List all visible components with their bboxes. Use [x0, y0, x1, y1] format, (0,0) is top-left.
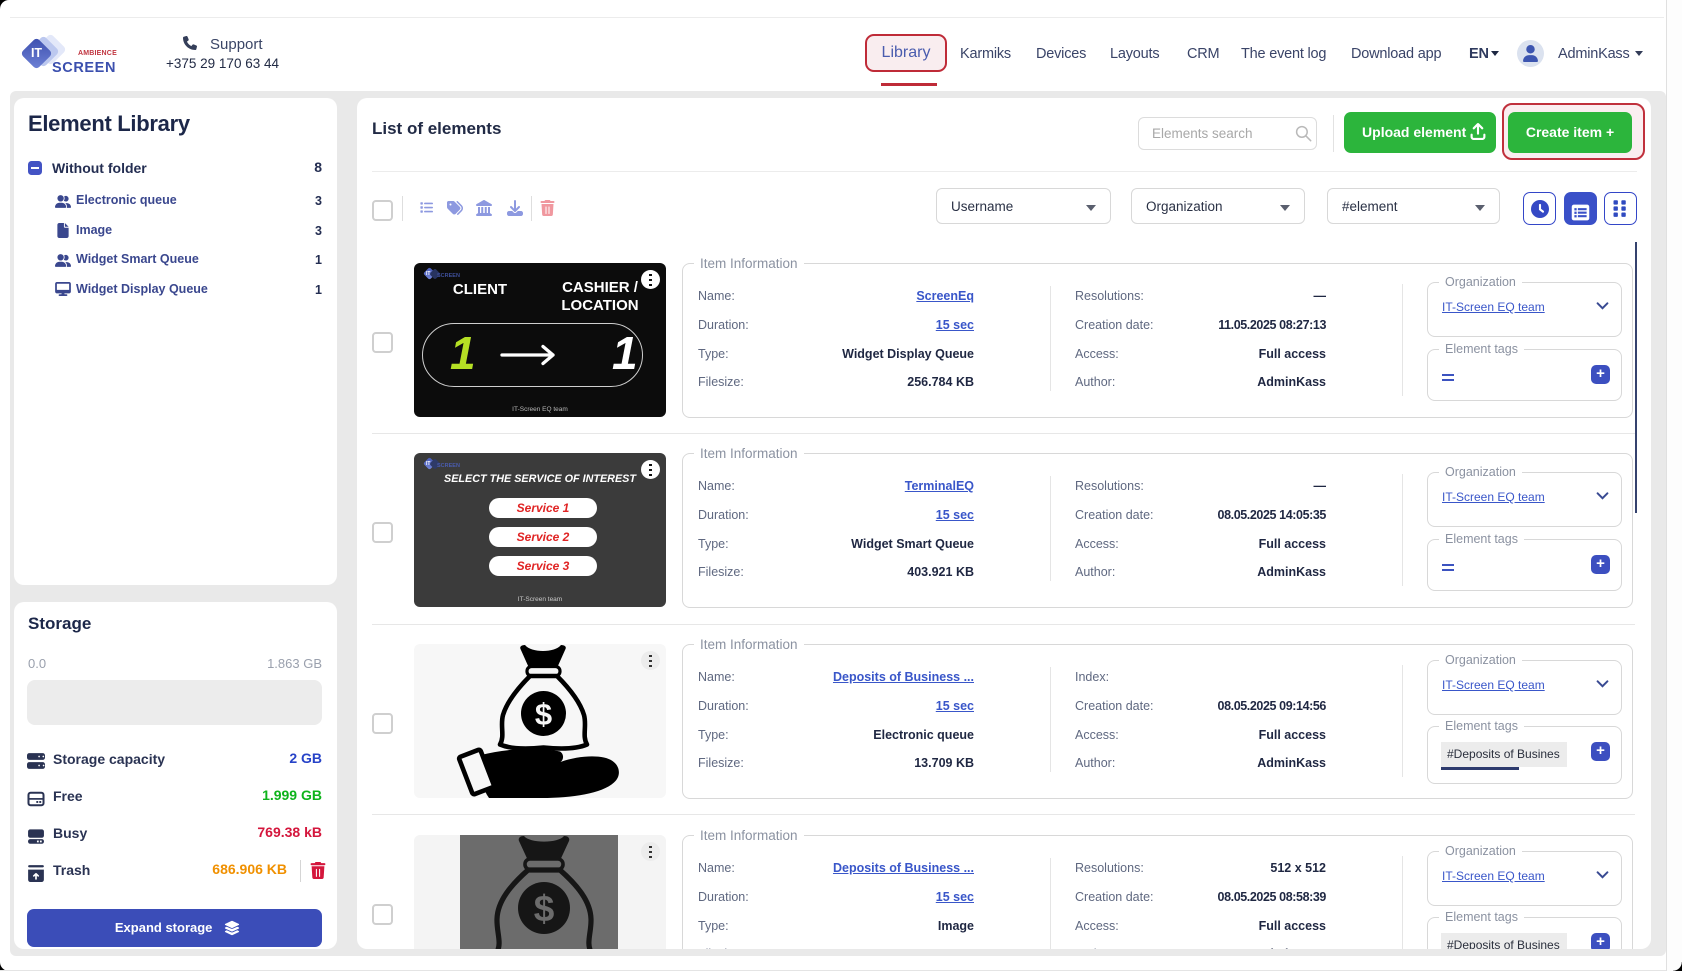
svg-text:$: $	[534, 888, 555, 929]
svg-text:$: $	[535, 697, 552, 732]
